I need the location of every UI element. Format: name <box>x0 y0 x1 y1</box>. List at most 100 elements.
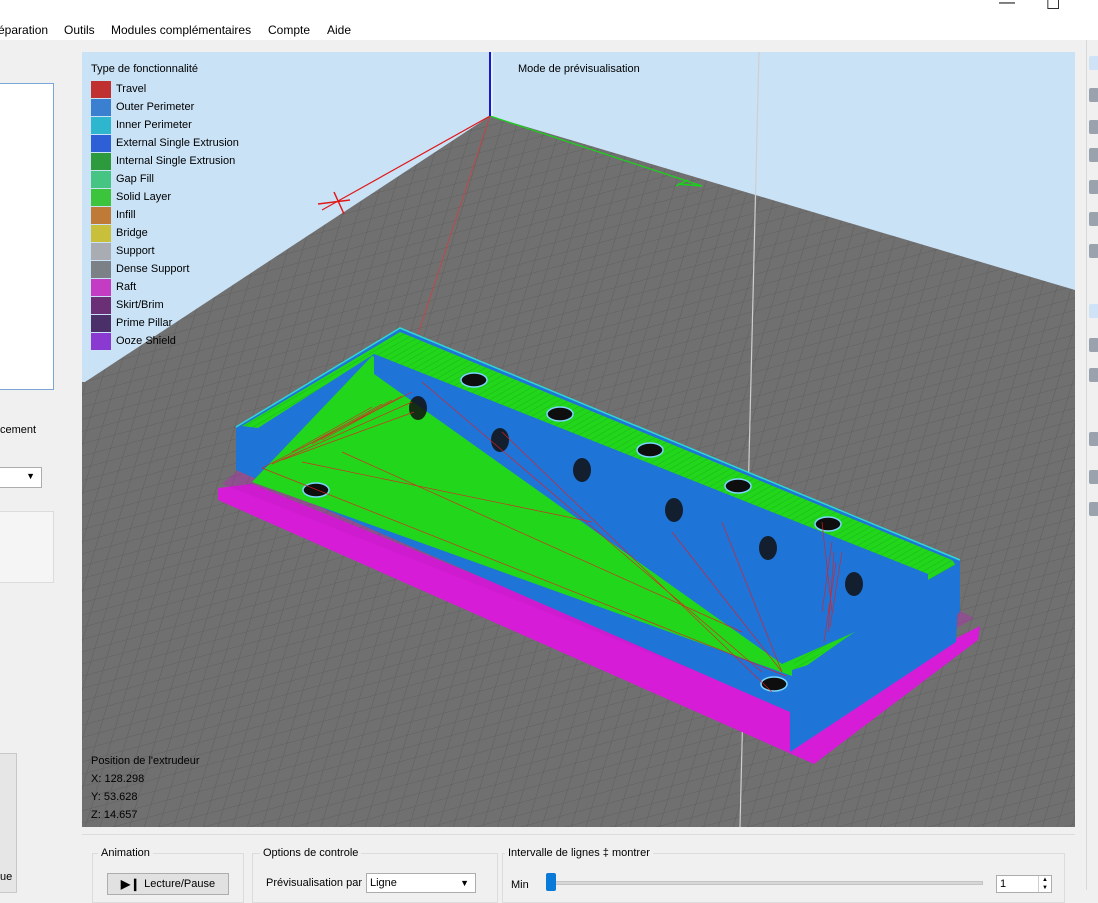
left-panel: cement ▼ ue <box>0 40 80 893</box>
toolbar-icon-1[interactable] <box>1089 56 1098 70</box>
menu-compte[interactable]: Compte <box>268 23 310 37</box>
interval-title: Intervalle de lignes ‡ montrer <box>505 847 653 859</box>
feature-legend: Type de fonctionnalité Travel Outer Perim… <box>91 63 239 350</box>
toolbar-icon-9[interactable] <box>1089 338 1098 352</box>
play-pause-label: Lecture/Pause <box>144 878 216 890</box>
legend-label: Inner Perimeter <box>116 119 192 131</box>
min-label: Min <box>511 879 529 891</box>
chevron-down-icon: ▼ <box>460 878 469 888</box>
min-spinbox-value: 1 <box>1000 878 1007 890</box>
interval-group <box>502 853 1065 903</box>
play-pause-button[interactable]: ▶❙ Lecture/Pause <box>107 873 229 895</box>
legend-swatch <box>91 260 111 278</box>
toolbar-icon-5[interactable] <box>1089 180 1098 194</box>
toolbar-icon-8[interactable] <box>1089 304 1098 318</box>
maximize-icon[interactable]: ☐ <box>1046 0 1060 14</box>
extruder-position: Position de l'extrudeur X: 128.298 Y: 53… <box>91 752 200 824</box>
preview-by-label: Prévisualisation par <box>266 877 362 889</box>
legend-item: Outer Perimeter <box>91 98 239 116</box>
menu-bar: éparation Outils Modules complémentaires… <box>0 0 1098 40</box>
left-group-box <box>0 511 54 583</box>
legend-items: Travel Outer Perimeter Inner Perimeter Exte… <box>91 80 239 350</box>
legend-item: Infill <box>91 206 239 224</box>
toolbar-icon-4[interactable] <box>1089 148 1098 162</box>
toolbar-icon-11[interactable] <box>1089 432 1098 446</box>
legend-label: Solid Layer <box>116 191 172 203</box>
extruder-z: Z: 14.657 <box>91 809 138 821</box>
legend-label: Outer Perimeter <box>116 101 195 113</box>
extruder-x: X: 128.298 <box>91 773 145 785</box>
legend-label: Gap Fill <box>116 173 154 185</box>
legend-item: Raft <box>91 278 239 296</box>
placement-label: cement <box>0 424 37 436</box>
options-title: Options de controle <box>260 847 362 859</box>
legend-swatch <box>91 224 111 242</box>
legend-swatch <box>91 134 111 152</box>
extruder-title: Position de l'extrudeur <box>91 755 200 767</box>
legend-swatch <box>91 80 111 98</box>
toolbar-icon-13[interactable] <box>1089 502 1098 516</box>
legend-item: External Single Extrusion <box>91 134 239 152</box>
min-slider-handle[interactable] <box>546 873 556 891</box>
legend-item: Skirt/Brim <box>91 296 239 314</box>
toolbar-icon-7[interactable] <box>1089 244 1098 258</box>
toolbar-icon-3[interactable] <box>1089 120 1098 134</box>
toolbar-icon-6[interactable] <box>1089 212 1098 226</box>
toolbar-icon-10[interactable] <box>1089 368 1098 382</box>
legend-swatch <box>91 296 111 314</box>
legend-label: Raft <box>116 281 137 293</box>
play-pause-icon: ▶❙ <box>120 877 141 891</box>
right-toolbar <box>1086 40 1098 890</box>
legend-item: Bridge <box>91 224 239 242</box>
legend-item: Travel <box>91 80 239 98</box>
process-list[interactable] <box>0 83 54 390</box>
menu-preparation[interactable]: éparation <box>0 23 48 37</box>
minimize-icon[interactable]: — <box>999 0 1015 12</box>
menu-outils[interactable]: Outils <box>64 23 95 37</box>
legend-label: Infill <box>116 209 136 221</box>
extruder-y: Y: 53.628 <box>91 791 138 803</box>
legend-label: Ooze Shield <box>116 335 176 347</box>
legend-swatch <box>91 116 111 134</box>
min-spinbox[interactable]: 1 ▲ ▼ <box>996 875 1052 893</box>
legend-item: Prime Pillar <box>91 314 239 332</box>
bottom-controls: Animation ▶❙ Lecture/Pause Options de co… <box>82 834 1075 903</box>
legend-swatch <box>91 332 111 350</box>
preview-mode-label: Mode de prévisualisation <box>518 63 640 75</box>
legend-swatch <box>91 98 111 116</box>
legend-label: Bridge <box>116 227 148 239</box>
legend-item: Inner Perimeter <box>91 116 239 134</box>
preview-viewport[interactable]: Type de fonctionnalité Travel Outer Perim… <box>82 52 1075 827</box>
toolbar-icon-12[interactable] <box>1089 470 1098 484</box>
legend-swatch <box>91 278 111 296</box>
legend-label: External Single Extrusion <box>116 137 239 149</box>
legend-item: Solid Layer <box>91 188 239 206</box>
placement-select[interactable]: ▼ <box>0 467 42 488</box>
preview-by-select[interactable]: Ligne ▼ <box>366 873 476 893</box>
legend-swatch <box>91 152 111 170</box>
legend-swatch <box>91 314 111 332</box>
legend-label: Dense Support <box>116 263 190 275</box>
menu-aide[interactable]: Aide <box>327 23 351 37</box>
min-slider-track[interactable] <box>548 881 983 885</box>
legend-item: Ooze Shield <box>91 332 239 350</box>
left-bottom-text: ue <box>0 871 13 883</box>
legend-item: Support <box>91 242 239 260</box>
legend-label: Support <box>116 245 155 257</box>
legend-item: Internal Single Extrusion <box>91 152 239 170</box>
toolbar-icon-2[interactable] <box>1089 88 1098 102</box>
animation-title: Animation <box>98 847 153 859</box>
preview-by-value: Ligne <box>370 877 397 889</box>
legend-label: Prime Pillar <box>116 317 173 329</box>
legend-label: Travel <box>116 83 147 95</box>
legend-item: Dense Support <box>91 260 239 278</box>
chevron-down-icon: ▼ <box>26 471 35 481</box>
legend-swatch <box>91 242 111 260</box>
legend-label: Skirt/Brim <box>116 299 164 311</box>
legend-swatch <box>91 188 111 206</box>
legend-swatch <box>91 206 111 224</box>
legend-item: Gap Fill <box>91 170 239 188</box>
legend-title: Type de fonctionnalité <box>91 63 199 75</box>
legend-swatch <box>91 170 111 188</box>
menu-modules[interactable]: Modules complémentaires <box>111 23 251 37</box>
